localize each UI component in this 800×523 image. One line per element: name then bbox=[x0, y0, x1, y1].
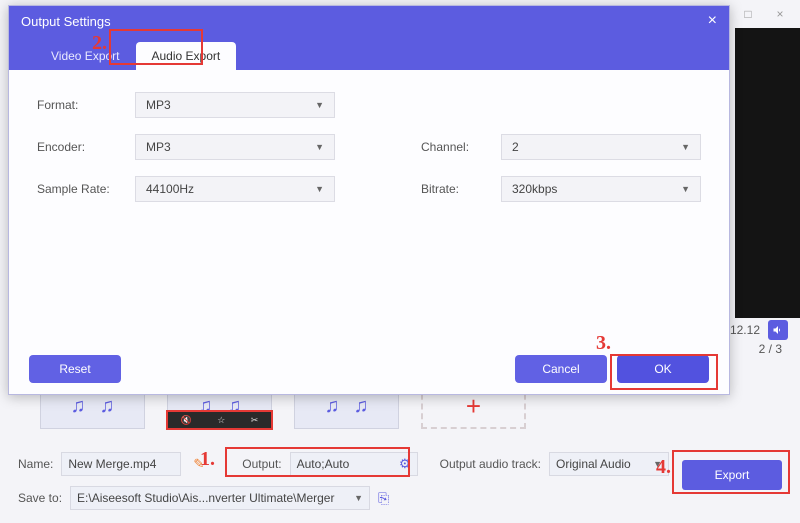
channel-select[interactable]: 2 ▼ bbox=[501, 134, 701, 160]
chevron-down-icon: ▼ bbox=[315, 100, 324, 110]
music-note-icon: ♫ bbox=[100, 395, 115, 418]
close-icon[interactable]: × bbox=[772, 6, 788, 22]
ok-button[interactable]: OK bbox=[617, 355, 709, 383]
video-preview[interactable] bbox=[735, 28, 800, 318]
chevron-down-icon: ▼ bbox=[315, 184, 324, 194]
export-button[interactable]: Export bbox=[682, 460, 782, 490]
chevron-down-icon: ▼ bbox=[354, 493, 363, 503]
music-note-icon: ♫ bbox=[354, 395, 369, 418]
sample-rate-label: Sample Rate: bbox=[37, 182, 135, 196]
chevron-down-icon: ▼ bbox=[315, 142, 324, 152]
modal-footer: Reset Cancel OK bbox=[9, 344, 729, 394]
cancel-button[interactable]: Cancel bbox=[515, 355, 607, 383]
reset-button[interactable]: Reset bbox=[29, 355, 121, 383]
saveto-value: E:\Aiseesoft Studio\Ais...nverter Ultima… bbox=[77, 491, 334, 505]
annotation-4: 4. bbox=[656, 456, 671, 479]
output-value: Auto;Auto bbox=[297, 457, 350, 471]
music-note-icon: ♫ bbox=[71, 395, 86, 418]
maximize-icon[interactable]: □ bbox=[740, 6, 756, 22]
name-field[interactable]: New Merge.mp4 bbox=[61, 452, 181, 476]
open-folder-icon[interactable]: ⎘ bbox=[378, 490, 389, 507]
modal-body: Format: MP3 ▼ Encoder: MP3 ▼ Channel: 2 … bbox=[9, 70, 729, 344]
sample-rate-select[interactable]: 44100Hz ▼ bbox=[135, 176, 335, 202]
annotation-3: 3. bbox=[596, 332, 611, 355]
saveto-label: Save to: bbox=[18, 491, 62, 505]
chevron-down-icon: ▼ bbox=[681, 184, 690, 194]
bottom-row-1: Name: New Merge.mp4 ✎ Output: Auto;Auto … bbox=[18, 452, 788, 476]
tab-audio-export[interactable]: Audio Export bbox=[136, 42, 237, 70]
bottom-row-2: Save to: E:\Aiseesoft Studio\Ais...nvert… bbox=[18, 486, 788, 510]
music-note-icon: ♫ bbox=[325, 395, 340, 418]
plus-icon: + bbox=[466, 391, 481, 422]
player-info: 0:12.12 bbox=[720, 320, 788, 340]
annotation-2: 2. bbox=[92, 32, 107, 55]
modal-title: Output Settings bbox=[21, 14, 111, 29]
encoder-label: Encoder: bbox=[37, 140, 135, 154]
name-label: Name: bbox=[18, 457, 53, 471]
format-value: MP3 bbox=[146, 98, 171, 112]
bitrate-label: Bitrate: bbox=[421, 182, 501, 196]
channel-value: 2 bbox=[512, 140, 519, 154]
volume-icon[interactable] bbox=[768, 320, 788, 340]
output-field[interactable]: Auto;Auto ⚙ bbox=[290, 452, 418, 476]
clip-toolbar[interactable]: 🔇 ☆ ✂ bbox=[168, 412, 271, 428]
modal-titlebar: Output Settings × bbox=[9, 6, 729, 36]
audio-track-value: Original Audio bbox=[556, 457, 631, 471]
bitrate-select[interactable]: 320kbps ▼ bbox=[501, 176, 701, 202]
modal-close-icon[interactable]: × bbox=[708, 12, 717, 30]
annotation-1: 1. bbox=[200, 448, 215, 471]
bitrate-value: 320kbps bbox=[512, 182, 557, 196]
output-settings-modal: Output Settings × Video Export Audio Exp… bbox=[8, 5, 730, 395]
modal-tabs: Video Export Audio Export bbox=[9, 36, 729, 70]
output-label: Output: bbox=[242, 457, 281, 471]
star-icon[interactable]: ☆ bbox=[217, 415, 225, 426]
cut-icon[interactable]: ✂ bbox=[251, 415, 259, 426]
tab-video-export[interactable]: Video Export bbox=[35, 42, 136, 70]
encoder-select[interactable]: MP3 ▼ bbox=[135, 134, 335, 160]
saveto-select[interactable]: E:\Aiseesoft Studio\Ais...nverter Ultima… bbox=[70, 486, 370, 510]
channel-label: Channel: bbox=[421, 140, 501, 154]
clip-page-indicator: 2 / 3 bbox=[759, 342, 782, 356]
encoder-value: MP3 bbox=[146, 140, 171, 154]
mute-icon[interactable]: 🔇 bbox=[181, 415, 192, 426]
format-select[interactable]: MP3 ▼ bbox=[135, 92, 335, 118]
format-label: Format: bbox=[37, 98, 135, 112]
chevron-down-icon: ▼ bbox=[681, 142, 690, 152]
audio-track-label: Output audio track: bbox=[440, 457, 541, 471]
audio-track-select[interactable]: Original Audio ▼ bbox=[549, 452, 669, 476]
gear-icon[interactable]: ⚙ bbox=[399, 456, 411, 472]
export-wrap: Export bbox=[682, 460, 782, 490]
sample-rate-value: 44100Hz bbox=[146, 182, 194, 196]
